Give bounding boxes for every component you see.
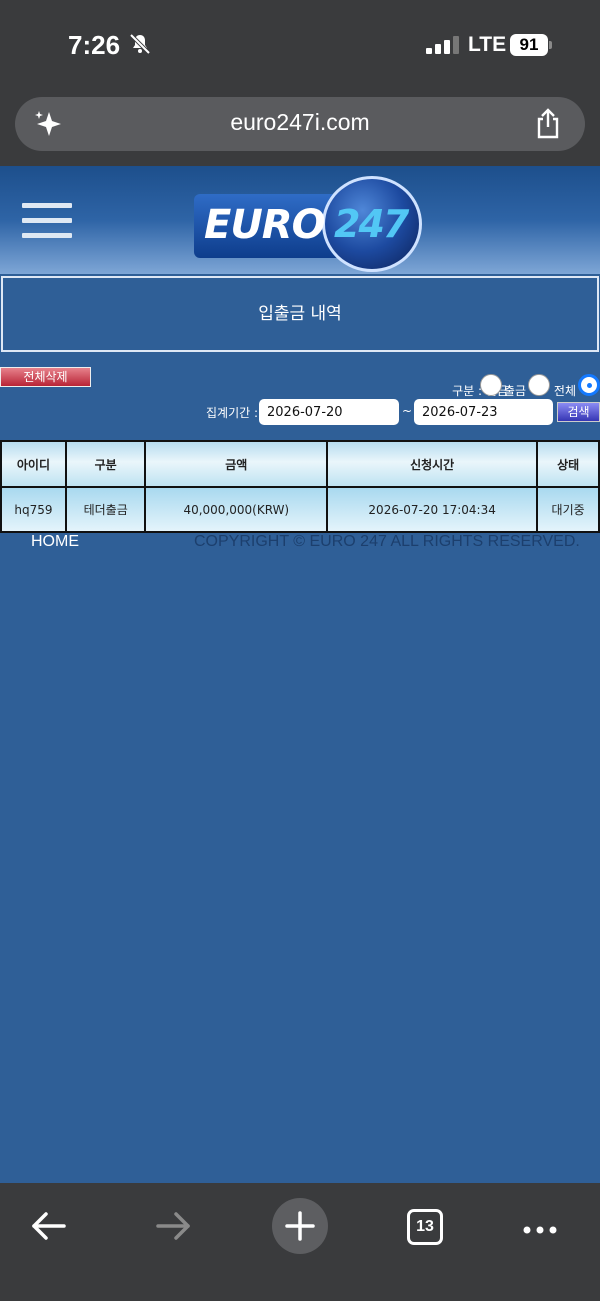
cell-type: 테더출금: [64, 486, 147, 533]
date-to-input[interactable]: [414, 399, 553, 425]
withdraw-label: 출금: [503, 384, 526, 398]
url-text[interactable]: euro247i.com: [15, 109, 585, 136]
battery-tip: [549, 41, 552, 49]
date-from-input[interactable]: [259, 399, 399, 425]
logo-number: 247: [334, 202, 409, 246]
search-button[interactable]: 검색: [557, 402, 600, 422]
bell-muted-icon: [129, 33, 151, 55]
tabs-button[interactable]: 13: [398, 1198, 454, 1254]
network-label: LTE: [468, 33, 507, 56]
site-logo[interactable]: EURO 247: [192, 170, 428, 272]
transactions-table: 아이디 구분 금액 신청시간 상태 hq759 테더출금 40,000,000(…: [0, 440, 600, 533]
url-bar[interactable]: euro247i.com: [15, 97, 585, 151]
new-tab-plus-icon[interactable]: [272, 1198, 328, 1254]
delete-all-button[interactable]: 전체삭제: [0, 367, 91, 387]
browser-top-bar: euro247i.com: [0, 88, 600, 166]
table-row: hq759 테더출금 40,000,000(KRW) 2026-07-20 17…: [0, 486, 600, 533]
header-amount: 금액: [144, 440, 329, 488]
all-label: 전체: [553, 384, 576, 398]
header-type: 구분: [64, 440, 147, 488]
date-separator: ~: [402, 404, 413, 418]
table-header-row: 아이디 구분 금액 신청시간 상태: [0, 440, 600, 488]
browser-bottom-toolbar: 13: [0, 1183, 600, 1301]
radio-all[interactable]: [578, 374, 600, 396]
home-link[interactable]: HOME: [31, 533, 79, 551]
back-arrow-icon[interactable]: [20, 1198, 76, 1254]
header-request-time: 신청시간: [326, 440, 539, 488]
status-bar: 7:26 LTE 91: [0, 0, 600, 88]
radio-withdraw[interactable]: [528, 374, 550, 396]
cell-amount: 40,000,000(KRW): [144, 486, 329, 533]
cell-user-id: hq759: [0, 486, 67, 533]
copyright-text: COPYRIGHT © EURO 247 ALL RIGHTS RESERVED…: [194, 533, 580, 550]
radio-deposit[interactable]: [480, 374, 502, 396]
header-user-id: 아이디: [0, 440, 67, 488]
cell-status: 대기중: [536, 486, 600, 533]
signal-icon: [426, 36, 459, 54]
forward-arrow-icon[interactable]: [146, 1198, 202, 1254]
type-filter: 구분 : 입금 출금 전체: [420, 374, 600, 398]
header-status: 상태: [536, 440, 600, 488]
status-time: 7:26: [68, 30, 121, 60]
logo-text: EURO: [204, 202, 326, 248]
tabs-count-icon: 13: [407, 1209, 443, 1245]
cell-request-time: 2026-07-20 17:04:34: [326, 486, 539, 533]
page-title: 입출금 내역: [1, 276, 599, 352]
battery-icon: 91: [510, 34, 548, 56]
site-header: EURO 247: [0, 166, 600, 274]
hamburger-menu-icon[interactable]: [22, 203, 72, 239]
more-dots-icon[interactable]: [512, 1198, 568, 1254]
period-label: 집계기간 :: [206, 406, 259, 420]
share-icon[interactable]: [533, 108, 563, 140]
